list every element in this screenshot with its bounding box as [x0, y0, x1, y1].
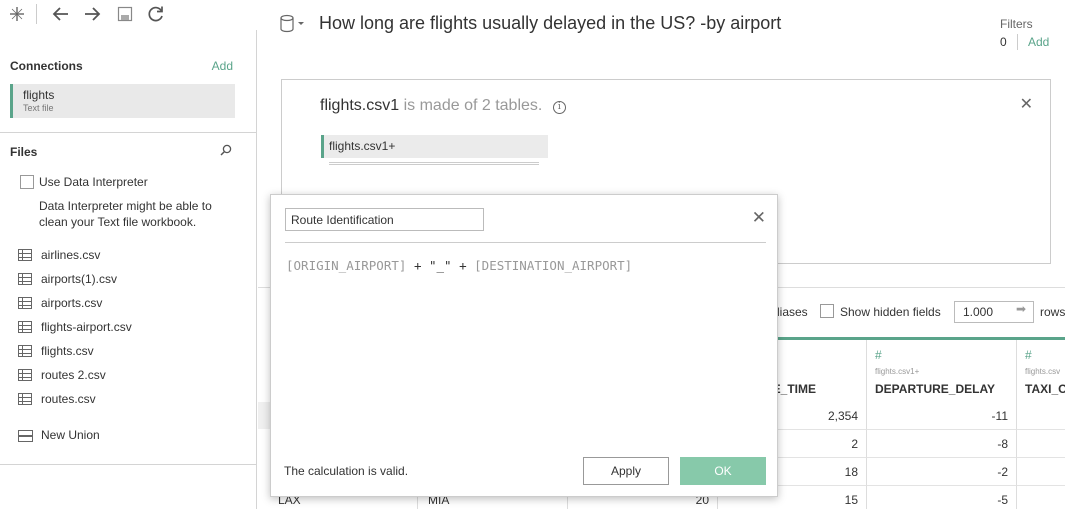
grid-cell[interactable]	[1017, 402, 1065, 430]
rows-arrow-icon[interactable]: ➡	[1016, 302, 1026, 316]
use-data-interpreter-checkbox[interactable]	[20, 175, 34, 189]
new-union-item[interactable]: New Union	[18, 428, 100, 442]
column-header[interactable]: # flights.csv1+ DEPARTURE_DELAY	[867, 340, 1017, 402]
back-arrow-icon[interactable]	[50, 4, 72, 24]
files-title: Files	[10, 145, 38, 159]
ok-button[interactable]: OK	[680, 457, 766, 485]
data-interpreter-hint: Data Interpreter might be able to clean …	[39, 199, 212, 229]
canvas-title: flights.csv1 is made of 2 tables. i	[320, 97, 566, 115]
refresh-icon[interactable]	[145, 4, 167, 24]
connections-title: Connections	[10, 59, 83, 73]
number-type-icon[interactable]: #	[875, 348, 882, 362]
column-header[interactable]: # flights.csv TAXI_O	[1017, 340, 1065, 402]
grid-cell[interactable]: 2,354	[778, 402, 867, 430]
file-list: airlines.csv airports(1).csv airports.cs…	[18, 243, 248, 411]
formula-field: [ORIGIN_AIRPORT]	[286, 258, 407, 273]
grid-cell[interactable]: 2	[778, 430, 867, 458]
add-filter-link[interactable]: Add	[1028, 35, 1049, 49]
table-icon	[18, 273, 32, 285]
file-name: routes.csv	[41, 392, 96, 406]
search-icon[interactable]	[220, 144, 232, 156]
formula-operator: +	[451, 258, 475, 273]
calculation-status: The calculation is valid.	[284, 464, 409, 478]
calculation-dialog: Route Identification ✕ [ORIGIN_AIRPORT] …	[270, 194, 778, 497]
top-toolbar	[0, 0, 257, 30]
connection-type: Text file	[23, 103, 54, 113]
file-name: airports.csv	[41, 296, 103, 310]
table-icon	[18, 345, 32, 357]
canvas-made-of: is made of 2 tables.	[403, 97, 543, 114]
grid-cell[interactable]: -8	[867, 430, 1017, 458]
file-name: flights-airport.csv	[41, 320, 132, 334]
use-data-interpreter-label: Use Data Interpreter	[39, 175, 148, 189]
filters-separator	[1017, 34, 1018, 50]
file-name: routes 2.csv	[41, 368, 106, 382]
aliases-label[interactable]: liases	[777, 305, 808, 319]
grid-cell[interactable]	[1017, 458, 1065, 486]
formula-editor[interactable]: [ORIGIN_AIRPORT] + "_" + [DESTINATION_AI…	[286, 258, 632, 273]
formula-operator: +	[406, 258, 429, 273]
table-icon	[18, 321, 32, 333]
table-icon	[18, 297, 32, 309]
column-name: DEPARTURE_DELAY	[875, 382, 996, 396]
new-union-label: New Union	[41, 428, 100, 442]
pill-underline	[329, 162, 539, 165]
union-icon	[18, 429, 33, 442]
number-type-icon[interactable]: #	[1025, 348, 1032, 362]
filters-label: Filters	[1000, 17, 1033, 31]
column-name: TAXI_O	[1025, 382, 1065, 396]
table-icon	[18, 393, 32, 405]
file-item[interactable]: routes.csv	[18, 387, 248, 411]
tableau-logo-icon[interactable]	[6, 4, 28, 24]
column-header[interactable]: RE_TIME	[764, 340, 867, 402]
apply-button[interactable]: Apply	[583, 457, 669, 485]
info-icon[interactable]: i	[552, 101, 566, 114]
rows-label: rows	[1040, 305, 1065, 319]
file-item[interactable]: routes 2.csv	[18, 363, 248, 387]
sidebar-divider	[0, 132, 257, 133]
dialog-divider	[285, 242, 766, 243]
file-item[interactable]: flights-airport.csv	[18, 315, 248, 339]
calculation-name-input[interactable]: Route Identification	[285, 208, 484, 231]
column-source: flights.csv	[1025, 367, 1061, 376]
sidebar-divider	[0, 464, 257, 465]
table-icon	[18, 249, 32, 261]
show-hidden-fields-label: Show hidden fields	[840, 305, 941, 319]
show-hidden-fields-checkbox[interactable]	[820, 304, 834, 318]
file-name: flights.csv	[41, 344, 94, 358]
filters-count: 0	[1000, 35, 1007, 49]
connection-name: flights	[23, 88, 55, 102]
grid-cell[interactable]: -2	[867, 458, 1017, 486]
formula-field: [DESTINATION_AIRPORT]	[474, 258, 633, 273]
add-connection-link[interactable]: Add	[212, 59, 233, 73]
close-icon[interactable]: ✕	[752, 208, 766, 228]
table-icon	[18, 369, 32, 381]
formula-literal: "_"	[429, 258, 452, 273]
close-icon[interactable]: ✕	[1020, 94, 1033, 114]
grid-cell[interactable]: 15	[778, 486, 867, 509]
connection-item-flights[interactable]: flights Text file	[10, 84, 235, 118]
save-icon[interactable]	[114, 4, 136, 24]
table-pill[interactable]: flights.csv1+	[321, 135, 548, 158]
file-name: airlines.csv	[41, 248, 101, 262]
file-item[interactable]: airports(1).csv	[18, 267, 248, 291]
toolbar-separator	[36, 4, 37, 24]
datasource-title[interactable]: How long are flights usually delayed in …	[319, 13, 781, 34]
file-name: airports(1).csv	[41, 272, 118, 286]
grid-cell[interactable]: -11	[867, 402, 1017, 430]
grid-cell[interactable]: 18	[778, 458, 867, 486]
file-item[interactable]: airlines.csv	[18, 243, 248, 267]
file-item[interactable]: flights.csv	[18, 339, 248, 363]
row-selector[interactable]	[258, 402, 270, 429]
left-sidebar: Connections Add flights Text file Files …	[0, 30, 257, 509]
canvas-file-name: flights.csv1	[320, 97, 400, 114]
column-source: flights.csv1+	[875, 367, 920, 376]
datasource-icon[interactable]	[279, 14, 305, 34]
forward-arrow-icon[interactable]	[81, 4, 103, 24]
file-item[interactable]: airports.csv	[18, 291, 248, 315]
grid-cell[interactable]: -5	[867, 486, 1017, 509]
grid-cell[interactable]	[1017, 430, 1065, 458]
